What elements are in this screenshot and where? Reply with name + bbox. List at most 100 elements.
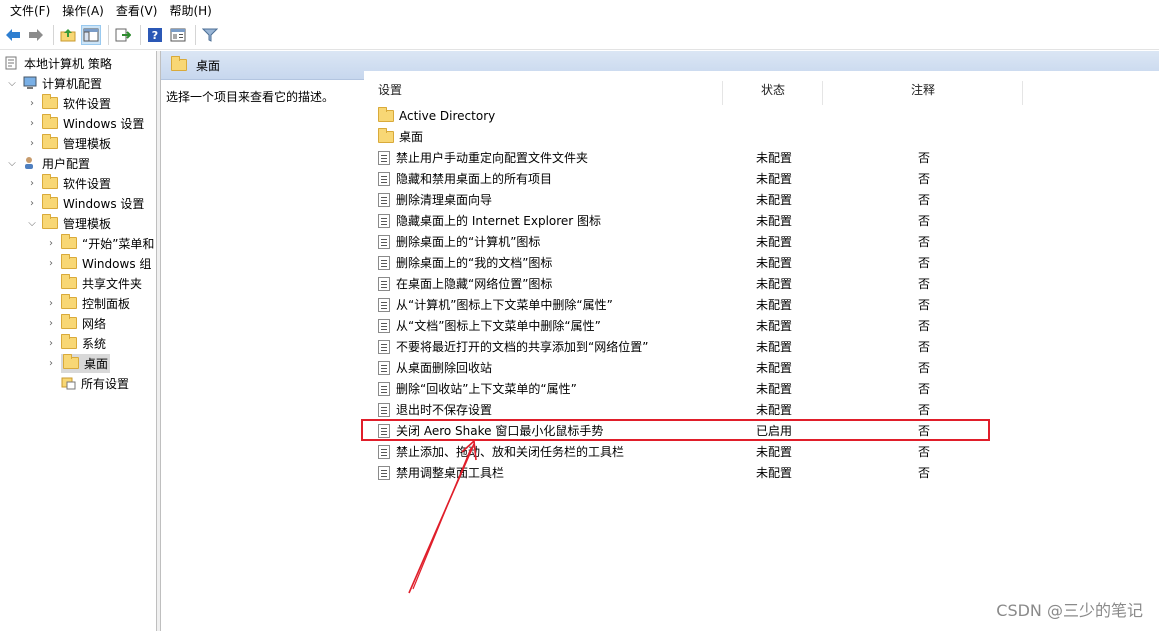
chevron-right-icon[interactable]: ›: [26, 197, 38, 209]
tree-node-computer-config[interactable]: ⌵ 计算机配置: [6, 73, 102, 93]
column-header-state[interactable]: 状态: [761, 71, 785, 107]
folder-icon: [61, 254, 77, 269]
user-icon: [22, 156, 38, 170]
policy-setting-icon: [378, 402, 390, 417]
up-folder-icon[interactable]: [58, 25, 78, 45]
navigation-tree: 本地计算机 策略 ⌵ 计算机配置 › 软件设置 › Windows 设置 › 管…: [0, 51, 157, 631]
tree-node-shared-folders[interactable]: 共享文件夹: [61, 273, 142, 293]
setting-note: 否: [918, 466, 931, 480]
chevron-right-icon[interactable]: ›: [26, 117, 38, 129]
chevron-right-icon[interactable]: ›: [45, 337, 57, 349]
all-settings-icon: [61, 376, 77, 390]
help-icon[interactable]: ?: [145, 25, 165, 45]
tree-label: 本地计算机 策略: [24, 56, 112, 71]
properties-icon[interactable]: [168, 25, 188, 45]
policy-row[interactable]: 禁用调整桌面工具栏 未配置 否: [364, 462, 1024, 483]
setting-note: 否: [918, 340, 931, 354]
chevron-right-icon[interactable]: ›: [45, 317, 57, 329]
tree-node-root[interactable]: 本地计算机 策略: [4, 53, 112, 73]
chevron-right-icon[interactable]: ›: [45, 357, 57, 369]
setting-note: 否: [918, 172, 931, 186]
tree-node-admin-templates[interactable]: › 管理模板: [26, 133, 111, 153]
toolbar-divider: [108, 25, 109, 45]
folder-label: Active Directory: [399, 108, 496, 123]
policy-row[interactable]: 不要将最近打开的文档的共享添加到“网络位置” 未配置 否: [364, 336, 1024, 357]
column-header-setting[interactable]: 设置: [378, 71, 402, 107]
tree-node-desktop[interactable]: › 桌面: [45, 353, 111, 373]
svg-text:?: ?: [152, 29, 158, 42]
policy-row[interactable]: 删除桌面上的“我的文档”图标 未配置 否: [364, 252, 1024, 273]
policy-row[interactable]: 隐藏和禁用桌面上的所有项目 未配置 否: [364, 168, 1024, 189]
folder-icon: [61, 294, 77, 309]
folder-icon: [171, 56, 187, 71]
tree-node-user-windows-settings[interactable]: › Windows 设置: [26, 193, 144, 213]
menu-bar: 文件(F) 操作(A) 查看(V) 帮助(H): [0, 0, 1159, 21]
column-divider[interactable]: [822, 81, 823, 105]
tree-label: 用户配置: [42, 156, 91, 171]
tree-node-network[interactable]: › 网络: [45, 313, 106, 333]
policy-row[interactable]: 退出时不保存设置 未配置 否: [364, 399, 1024, 420]
tree-label: Windows 设置: [63, 116, 145, 131]
tree-label: 计算机配置: [42, 76, 103, 91]
chevron-right-icon[interactable]: ›: [26, 177, 38, 189]
filter-icon[interactable]: [200, 25, 220, 45]
chevron-right-icon[interactable]: ›: [45, 297, 57, 309]
policy-row[interactable]: 禁止用户手动重定向配置文件文件夹 未配置 否: [364, 147, 1024, 168]
folder-icon: [61, 234, 77, 249]
setting-note: 否: [918, 277, 931, 291]
tree-label: 桌面: [84, 356, 109, 371]
column-divider[interactable]: [1022, 81, 1023, 105]
annotation-highlight-box: [361, 419, 990, 441]
policy-row[interactable]: 从“计算机”图标上下文菜单中删除“属性” 未配置 否: [364, 294, 1024, 315]
policy-row[interactable]: 删除清理桌面向导 未配置 否: [364, 189, 1024, 210]
tree-label: Windows 组: [82, 256, 152, 271]
policy-row[interactable]: 在桌面上隐藏“网络位置”图标 未配置 否: [364, 273, 1024, 294]
folder-icon: [61, 314, 77, 329]
chevron-right-icon[interactable]: ›: [45, 237, 57, 249]
chevron-down-icon[interactable]: ⌵: [26, 217, 38, 229]
export-list-icon[interactable]: [113, 25, 133, 45]
column-divider[interactable]: [722, 81, 723, 105]
menu-help[interactable]: 帮助(H): [163, 2, 217, 19]
show-hide-tree-icon[interactable]: [81, 25, 101, 45]
chevron-down-icon[interactable]: ⌵: [6, 77, 18, 89]
menu-view[interactable]: 查看(V): [110, 2, 164, 19]
tree-node-windows-components[interactable]: › Windows 组: [45, 253, 151, 273]
folder-icon: [378, 127, 394, 143]
chevron-right-icon[interactable]: ›: [26, 97, 38, 109]
tree-node-control-panel[interactable]: › 控制面板: [45, 293, 130, 313]
menu-action[interactable]: 操作(A): [56, 2, 110, 19]
chevron-right-icon[interactable]: ›: [45, 257, 57, 269]
tree-node-software[interactable]: › 软件设置: [26, 93, 111, 113]
chevron-right-icon[interactable]: ›: [26, 137, 38, 149]
tree-node-all-settings[interactable]: 所有设置: [61, 373, 129, 393]
tree-node-user-admin-templates[interactable]: ⌵ 管理模板: [26, 213, 111, 233]
tree-node-user-config[interactable]: ⌵ 用户配置: [6, 153, 90, 173]
setting-note: 否: [918, 319, 931, 333]
policy-row[interactable]: 删除“回收站”上下文菜单的“属性” 未配置 否: [364, 378, 1024, 399]
chevron-down-icon[interactable]: ⌵: [6, 157, 18, 169]
back-icon[interactable]: [3, 25, 23, 45]
policy-row[interactable]: 从“文档”图标上下文菜单中删除“属性” 未配置 否: [364, 315, 1024, 336]
column-header-note[interactable]: 注释: [911, 71, 935, 107]
tree-node-start-menu[interactable]: › “开始”菜单和: [45, 233, 154, 253]
tree-node-system[interactable]: › 系统: [45, 333, 106, 353]
setting-state: 未配置: [756, 466, 793, 480]
list-item-folder[interactable]: 桌面: [364, 126, 1024, 147]
policy-setting-icon: [378, 339, 390, 354]
policy-row[interactable]: 从桌面删除回收站 未配置 否: [364, 357, 1024, 378]
list-item-folder[interactable]: Active Directory: [364, 105, 1024, 126]
folder-icon: [42, 134, 58, 149]
setting-name: 禁止用户手动重定向配置文件文件夹: [396, 151, 589, 165]
policy-row[interactable]: 禁止添加、拖动、放和关闭任务栏的工具栏 未配置 否: [364, 441, 1024, 462]
policy-setting-icon: [378, 297, 390, 312]
policy-row[interactable]: 隐藏桌面上的 Internet Explorer 图标 未配置 否: [364, 210, 1024, 231]
setting-name: 从“文档”图标上下文菜单中删除“属性”: [396, 319, 601, 333]
tree-node-user-software[interactable]: › 软件设置: [26, 173, 111, 193]
toolbar-divider: [195, 25, 196, 45]
forward-icon[interactable]: [26, 25, 46, 45]
menu-file[interactable]: 文件(F): [4, 2, 56, 19]
tree-node-windows-settings[interactable]: › Windows 设置: [26, 113, 144, 133]
setting-note: 否: [918, 382, 931, 396]
policy-row[interactable]: 删除桌面上的“计算机”图标 未配置 否: [364, 231, 1024, 252]
